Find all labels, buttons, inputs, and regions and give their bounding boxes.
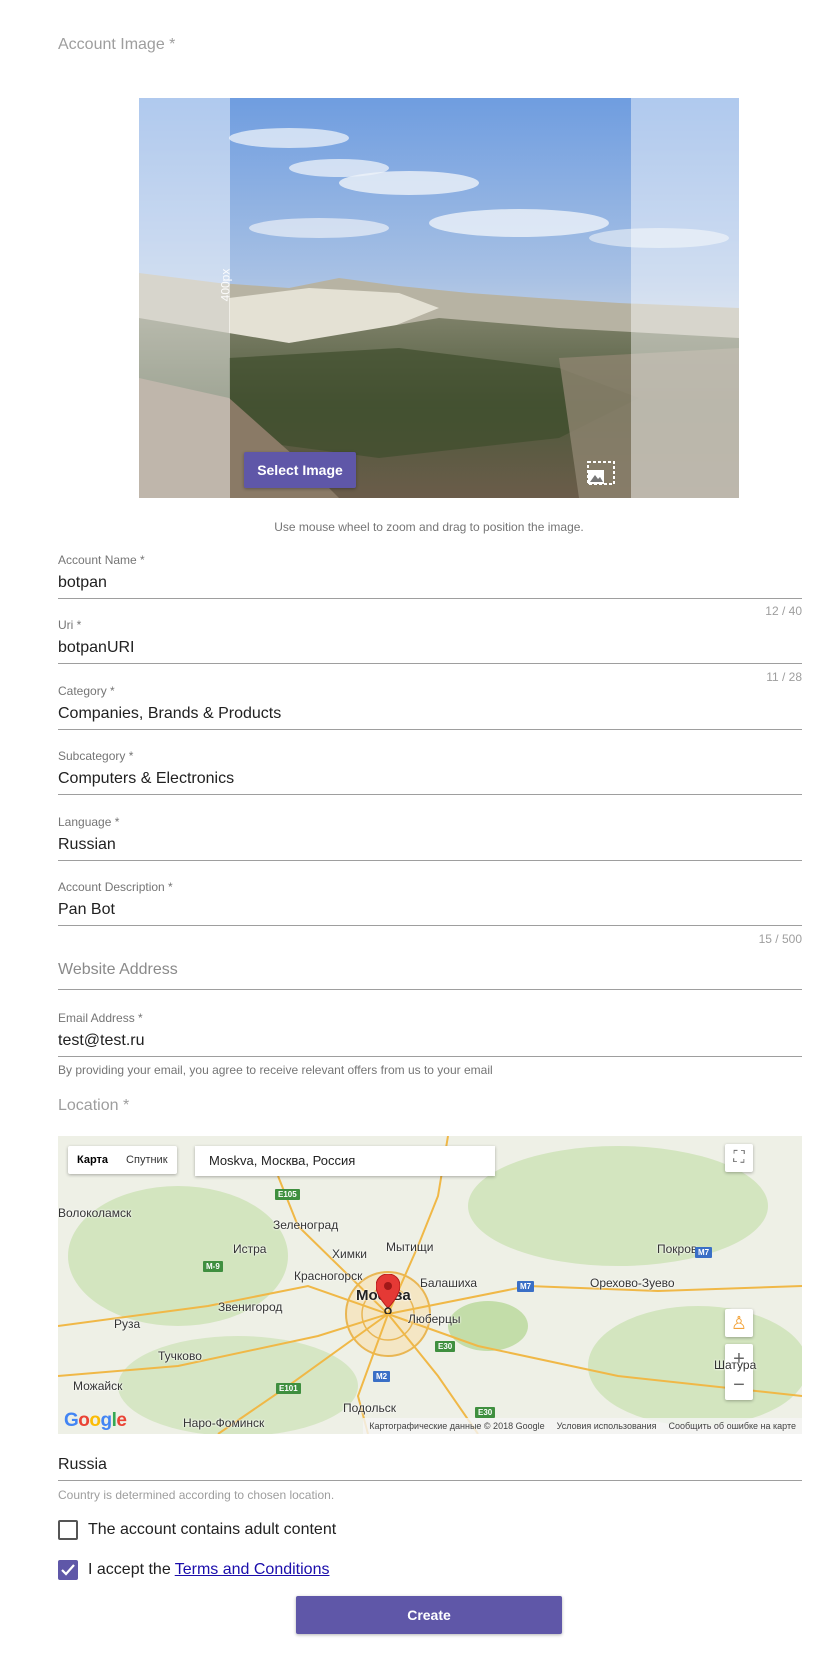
language-select[interactable]: Language * Russian: [58, 815, 802, 861]
map-pin-icon[interactable]: [376, 1274, 400, 1314]
map-type-satellite[interactable]: Спутник: [117, 1146, 176, 1174]
terms-checkbox[interactable]: [58, 1560, 78, 1580]
description-label: Account Description *: [58, 880, 173, 894]
terms-row[interactable]: I accept the Terms and Conditions: [58, 1560, 329, 1580]
website-input[interactable]: Website Address: [58, 957, 802, 989]
map-type-toggle[interactable]: Карта Спутник: [68, 1146, 177, 1174]
description-input[interactable]: Pan Bot: [58, 895, 802, 925]
category-value[interactable]: Companies, Brands & Products: [58, 699, 802, 729]
crop-dim-right: [631, 98, 739, 498]
crop-size-label: 400px: [218, 268, 233, 302]
map-city-label: Зеленоград: [273, 1218, 339, 1232]
map-city-label: Шатура: [714, 1358, 757, 1372]
subcategory-select[interactable]: Subcategory * Computers & Electronics: [58, 749, 802, 795]
subcategory-label: Subcategory *: [58, 749, 134, 763]
map-footer: Картографические данные © 2018 Google Ус…: [363, 1418, 802, 1434]
map-city-label: Покров: [657, 1242, 698, 1256]
create-button[interactable]: Create: [296, 1596, 562, 1634]
account-name-label: Account Name *: [58, 553, 145, 567]
pegman-icon[interactable]: ♙: [725, 1309, 753, 1337]
map-data-credit: Картографические данные © 2018 Google: [369, 1421, 545, 1431]
road-shield: E105: [275, 1189, 300, 1200]
email-field[interactable]: Email Address * test@test.ru: [58, 1011, 802, 1057]
map-city-label: Красногорск: [294, 1269, 363, 1283]
adult-content-label: The account contains adult content: [88, 1521, 337, 1538]
website-field[interactable]: Website Address: [58, 957, 802, 990]
select-image-button[interactable]: Select Image: [244, 452, 356, 488]
category-label: Category *: [58, 684, 115, 698]
uri-input[interactable]: botpanURI: [58, 633, 802, 663]
account-name-counter: 12 / 40: [765, 604, 802, 618]
road-shield: M7: [517, 1281, 535, 1292]
road-shield: E30: [475, 1407, 496, 1418]
crop-image-icon[interactable]: [586, 460, 616, 486]
location-label: Location *: [58, 1097, 130, 1114]
email-label: Email Address *: [58, 1011, 143, 1025]
country-value: Russia: [58, 1456, 107, 1473]
map-city-label: Балашиха: [420, 1276, 478, 1290]
map-city-label: Мытищи: [386, 1240, 434, 1254]
map-city-label: Наро-Фоминск: [183, 1416, 265, 1430]
country-field: Russia: [58, 1450, 802, 1481]
checkmark-icon: [61, 1564, 75, 1576]
map-city-label: Руза: [114, 1317, 141, 1331]
terms-link[interactable]: Terms and Conditions: [175, 1561, 330, 1579]
google-logo: Google: [64, 1410, 127, 1431]
map-city-label: Истра: [233, 1242, 267, 1256]
account-name-input[interactable]: botpan: [58, 568, 802, 598]
account-image-label: Account Image *: [58, 36, 176, 53]
uri-label: Uri *: [58, 618, 82, 632]
language-label: Language *: [58, 815, 120, 829]
map-city-label: Орехово-Зуево: [590, 1276, 675, 1290]
uri-counter: 11 / 28: [766, 670, 802, 684]
category-select[interactable]: Category * Companies, Brands & Products: [58, 684, 802, 730]
map-city-label: Химки: [332, 1247, 367, 1261]
location-map[interactable]: Карта Спутник Moskva, Москва, Россия ⛶ ♙…: [58, 1136, 802, 1434]
account-name-field[interactable]: Account Name * botpan: [58, 553, 802, 599]
map-city-label: Люберцы: [408, 1312, 461, 1326]
map-terms-link[interactable]: Условия использования: [557, 1418, 657, 1434]
road-shield: E30: [435, 1341, 456, 1352]
map-report-link[interactable]: Сообщить об ошибке на карте: [669, 1418, 796, 1434]
crop-dim-left: [139, 98, 230, 498]
image-hint: Use mouse wheel to zoom and drag to posi…: [274, 520, 584, 534]
road-shield: M-9: [203, 1261, 223, 1272]
road-shield: M7: [695, 1247, 713, 1258]
image-cropper[interactable]: 400px Select Image: [139, 98, 739, 498]
description-counter: 15 / 500: [758, 932, 802, 946]
map-city-label: Тучково: [158, 1349, 202, 1363]
map-city-label: Звенигород: [218, 1300, 283, 1314]
subcategory-value[interactable]: Computers & Electronics: [58, 764, 802, 794]
language-value[interactable]: Russian: [58, 830, 802, 860]
map-type-map[interactable]: Карта: [68, 1146, 117, 1174]
email-helper: By providing your email, you agree to re…: [58, 1063, 493, 1077]
terms-prefix: I accept the: [88, 1561, 171, 1578]
country-helper: Country is determined according to chose…: [58, 1488, 335, 1502]
road-shield: E101: [276, 1383, 301, 1394]
email-input[interactable]: test@test.ru: [58, 1026, 802, 1056]
map-city-label: Волоколамск: [58, 1206, 132, 1220]
map-search-box[interactable]: Moskva, Москва, Россия: [195, 1146, 495, 1176]
map-city-label: Подольск: [343, 1401, 396, 1415]
fullscreen-icon[interactable]: ⛶: [725, 1144, 753, 1172]
description-field[interactable]: Account Description * Pan Bot: [58, 880, 802, 926]
map-city-label: Можайск: [73, 1379, 123, 1393]
zoom-out-icon[interactable]: −: [733, 1372, 745, 1398]
uri-field[interactable]: Uri * botpanURI: [58, 618, 802, 664]
zoom-controls: + −: [725, 1344, 753, 1400]
road-shield: M2: [373, 1371, 391, 1382]
adult-content-checkbox[interactable]: [58, 1520, 78, 1540]
adult-content-row[interactable]: The account contains adult content: [58, 1520, 336, 1540]
